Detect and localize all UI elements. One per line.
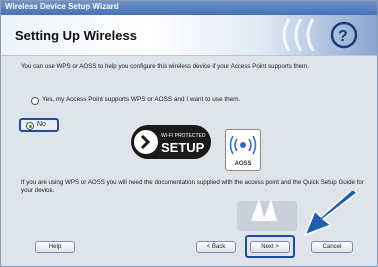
page-title: Setting Up Wireless	[15, 28, 137, 43]
wireless-signal-icon: ?	[282, 18, 358, 52]
back-button[interactable]: < Back	[196, 241, 236, 253]
yes-option-label[interactable]: Yes, my Access Point supports WPS or AOS…	[42, 96, 240, 103]
aoss-signal-icon	[229, 135, 257, 155]
aoss-logo: AOSS	[225, 129, 261, 171]
intro-text: You can use WPS or AOSS to help you conf…	[21, 63, 309, 70]
setup-wizard-window: Wireless Device Setup Wizard Setting Up …	[0, 0, 378, 267]
no-option-label[interactable]: No	[37, 121, 46, 128]
cancel-button[interactable]: Cancel	[311, 241, 353, 253]
wps-top-text: WI-FI PROTECTED	[161, 133, 206, 139]
header-banner: Setting Up Wireless ?	[1, 15, 377, 56]
aoss-label: AOSS	[234, 161, 252, 167]
wps-main-text: SETUP	[161, 140, 205, 155]
no-radio[interactable]	[26, 122, 34, 130]
window-title: Wireless Device Setup Wizard	[5, 2, 119, 11]
wps-logo: WI-FI PROTECTED SETUP	[131, 125, 211, 159]
pointer-arrow-icon	[303, 191, 359, 236]
router-illustration	[237, 199, 297, 231]
svg-text:?: ?	[338, 28, 348, 45]
title-bar: Wireless Device Setup Wizard	[1, 1, 377, 15]
yes-radio[interactable]	[31, 97, 39, 105]
next-button[interactable]: Next >	[250, 241, 290, 253]
help-button[interactable]: Help	[35, 241, 75, 253]
